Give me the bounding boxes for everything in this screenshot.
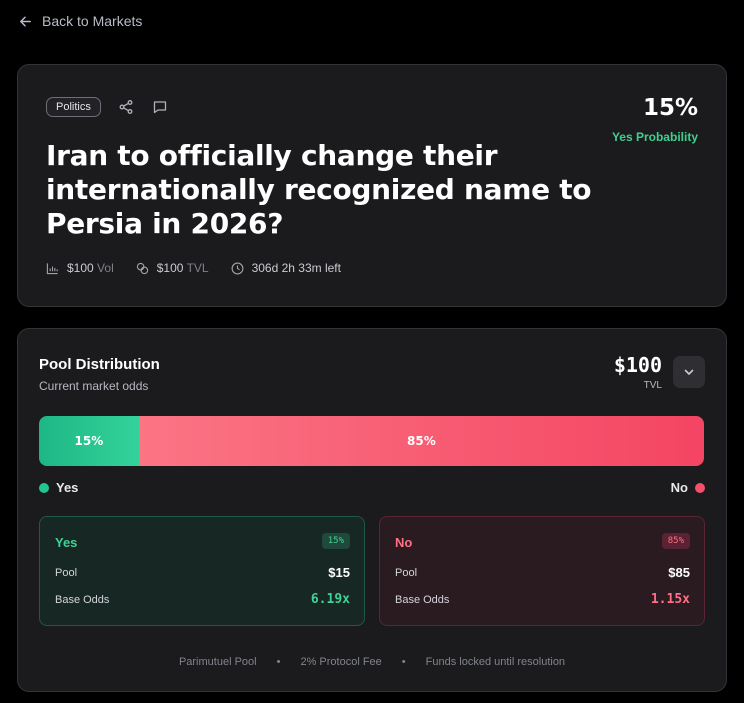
back-label: Back to Markets <box>42 13 143 29</box>
footer-separator: • <box>276 656 281 668</box>
time-left-stat: 306d 2h 33m left <box>231 261 341 275</box>
no-pool-row: Pool $85 <box>395 565 690 580</box>
no-pool-label: Pool <box>395 566 418 579</box>
no-odds-value: 1.15x <box>650 592 690 607</box>
yes-odds-row: Base Odds 6.19x <box>55 592 350 607</box>
legend-yes-label: Yes <box>56 480 79 495</box>
yes-odds-label: Base Odds <box>55 593 110 606</box>
probability-value: 15% <box>642 95 698 121</box>
yes-outcome-card[interactable]: Yes 15% Pool $15 Base Odds 6.19x <box>39 516 365 626</box>
market-stats: $100 Vol $100 TVL 306d 2h 33m left <box>46 261 341 275</box>
yes-outcome-label: Yes <box>55 535 78 550</box>
tvl-stat: $100 TVL <box>136 261 209 275</box>
footer-item: 2% Protocol Fee <box>300 656 382 668</box>
tvl-value: $100 <box>156 261 184 275</box>
no-outcome-card[interactable]: No 85% Pool $85 Base Odds 1.15x <box>379 516 705 626</box>
expand-button[interactable] <box>673 356 705 388</box>
chevron-down-icon <box>684 369 694 375</box>
bar-chart-icon <box>46 262 58 274</box>
no-outcome-badge: 85% <box>661 533 690 549</box>
no-pool-value: $85 <box>668 565 690 580</box>
market-title: Iran to officially change their internat… <box>46 139 592 240</box>
volume-stat: $100 Vol <box>46 261 114 275</box>
yes-odds-value: 6.19x <box>310 592 350 607</box>
pool-tvl: $100 TVL <box>614 353 662 391</box>
category-tag[interactable]: Politics <box>46 97 101 117</box>
time-left: 306d 2h 33m left <box>251 261 341 275</box>
yes-pool-label: Pool <box>55 566 78 579</box>
market-actions: Politics <box>46 97 169 117</box>
market-header-card: Politics 15% Yes Probability Iran to off… <box>17 64 727 307</box>
no-odds-row: Base Odds 1.15x <box>395 592 690 607</box>
volume-label: Vol <box>97 261 114 275</box>
legend-no: No <box>671 480 705 495</box>
pool-subtitle: Current market odds <box>39 379 149 393</box>
footer-item: Funds locked until resolution <box>425 656 566 668</box>
yes-pool-value: $15 <box>328 565 350 580</box>
share-icon[interactable] <box>117 98 135 116</box>
odds-bar-yes: 15% <box>39 416 139 466</box>
odds-bar-no: 85% <box>138 416 704 466</box>
comment-icon[interactable] <box>151 98 169 116</box>
pool-footer: Parimutuel Pool • 2% Protocol Fee • Fund… <box>18 656 726 668</box>
probability-label: Yes Probability <box>611 130 698 144</box>
yes-probability: 15% Yes Probability <box>612 95 698 144</box>
footer-item: Parimutuel Pool <box>178 656 257 668</box>
coins-icon <box>136 262 148 274</box>
tvl-label: TVL <box>186 261 209 275</box>
arrow-left-icon <box>20 16 31 26</box>
yes-outcome-badge: 15% <box>321 533 350 549</box>
odds-bar: 15% 85% <box>39 416 704 466</box>
no-odds-label: Base Odds <box>395 593 450 606</box>
footer-separator: • <box>401 656 406 668</box>
pool-title: Pool Distribution <box>39 356 160 373</box>
clock-icon <box>231 262 244 274</box>
legend-yes: Yes <box>39 480 78 495</box>
legend-no-label: No <box>670 480 688 495</box>
pool-tvl-value: $100 <box>613 353 662 377</box>
volume-value: $100 <box>67 261 94 275</box>
pool-distribution-card: Pool Distribution Current market odds $1… <box>17 328 727 692</box>
pool-tvl-label: TVL <box>643 380 662 391</box>
no-dot <box>695 482 705 493</box>
back-to-markets-link[interactable]: Back to Markets <box>18 13 142 29</box>
yes-pool-row: Pool $15 <box>55 565 350 580</box>
no-outcome-label: No <box>395 535 413 550</box>
yes-dot <box>39 482 49 493</box>
